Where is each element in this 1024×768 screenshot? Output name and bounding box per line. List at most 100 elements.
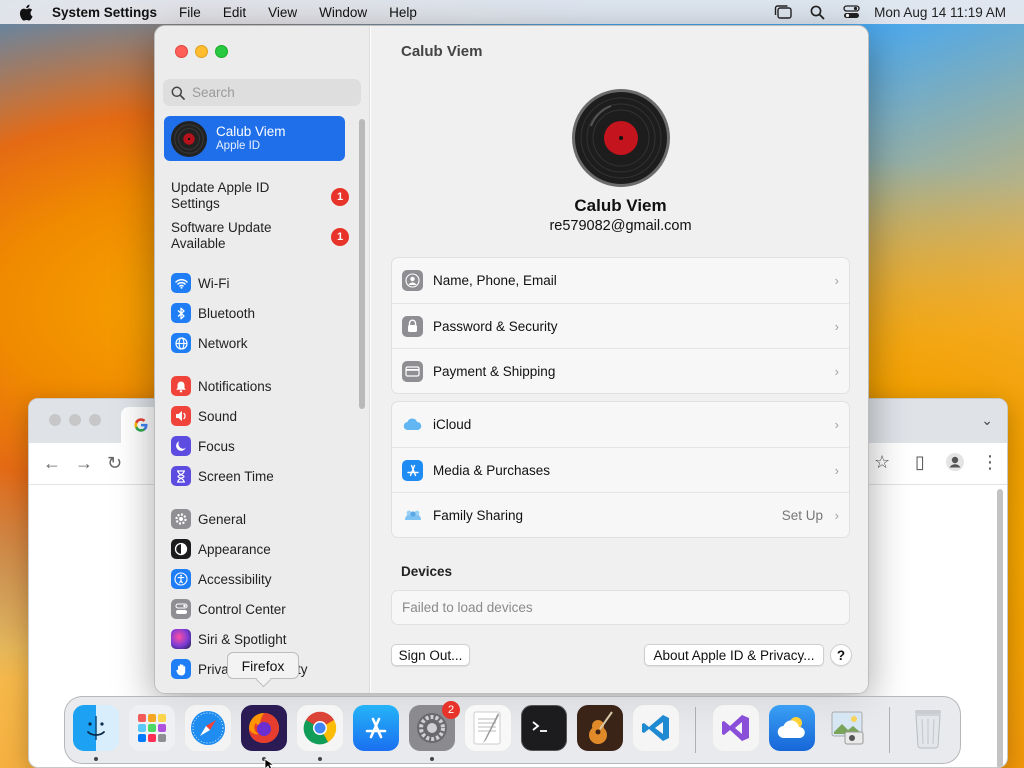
row-family-sharing[interactable]: Family Sharing Set Up › <box>392 492 849 537</box>
terminal-icon[interactable] <box>521 705 567 751</box>
row-media-purchases[interactable]: Media & Purchases › <box>392 447 849 492</box>
sidebar-item-appearance[interactable]: Appearance <box>171 538 271 560</box>
apple-menu-icon[interactable] <box>0 4 52 21</box>
chevron-down-icon[interactable]: ⌄ <box>981 412 993 429</box>
settings-sidebar: Search Calub Viem Apple ID Update Apple … <box>155 26 370 693</box>
preview-icon[interactable] <box>825 705 871 751</box>
bookmark-star-icon[interactable]: ☆ <box>874 452 890 473</box>
safari-icon[interactable] <box>185 705 231 751</box>
row-name-phone-email[interactable]: Name, Phone, Email › <box>392 258 849 303</box>
trash-icon[interactable] <box>905 705 951 751</box>
browser-close-button[interactable] <box>49 414 61 426</box>
alert-label-line2: Settings <box>171 196 220 211</box>
menubar-clock[interactable]: Mon Aug 14 11:19 AM <box>868 5 1024 20</box>
browser-minimize-button[interactable] <box>69 414 81 426</box>
sidebar-item-general[interactable]: General <box>171 508 246 530</box>
row-label: Family Sharing <box>433 507 524 523</box>
sidebar-item-focus[interactable]: Focus <box>171 435 235 457</box>
menu-bar: System Settings File Edit View Window He… <box>0 0 1024 24</box>
sidebar-item-apple-id[interactable]: Calub Viem Apple ID <box>164 116 345 161</box>
running-indicator <box>430 757 434 761</box>
sidebar-item-screen-time[interactable]: Screen Time <box>171 465 274 487</box>
row-label: iCloud <box>433 417 472 432</box>
sidebar-item-sound[interactable]: Sound <box>171 405 237 427</box>
sidebar-item-label: Appearance <box>198 541 271 557</box>
contact-icon <box>402 270 423 291</box>
sidebar-scrollbar[interactable] <box>359 119 365 409</box>
family-setup-link[interactable]: Set Up <box>782 508 823 523</box>
menu-window[interactable]: Window <box>308 5 378 20</box>
notification-badge: 1 <box>331 188 349 206</box>
app-store-icon <box>402 459 423 481</box>
appearance-icon <box>171 539 191 559</box>
menu-app-name[interactable]: System Settings <box>52 5 168 20</box>
avatar <box>170 120 208 157</box>
browser-zoom-button[interactable] <box>89 414 101 426</box>
zoom-button[interactable] <box>215 45 228 58</box>
chevron-right-icon: › <box>834 462 839 478</box>
chrome-icon[interactable] <box>297 705 343 751</box>
forward-arrow-icon[interactable]: → <box>75 453 93 474</box>
reload-icon[interactable]: ↻ <box>107 453 122 474</box>
sidebar-item-siri-spotlight[interactable]: Siri & Spotlight <box>171 628 287 650</box>
sidebar-item-bluetooth[interactable]: Bluetooth <box>171 302 255 324</box>
row-label: Name, Phone, Email <box>433 273 557 288</box>
spotlight-search-icon[interactable] <box>800 5 834 20</box>
vscode-icon[interactable] <box>633 705 679 751</box>
help-button[interactable]: ? <box>830 644 852 666</box>
account-name: Calub Viem <box>216 124 286 139</box>
dock-tooltip: Firefox <box>227 652 299 679</box>
search-field[interactable]: Search <box>163 79 361 106</box>
side-panel-icon[interactable]: ▯ <box>915 452 925 473</box>
finder-icon[interactable] <box>73 705 119 751</box>
textedit-icon[interactable] <box>465 705 511 751</box>
launchpad-icon[interactable] <box>129 705 175 751</box>
row-label: Payment & Shipping <box>433 363 556 379</box>
sidebar-item-wifi[interactable]: Wi-Fi <box>171 272 229 294</box>
menu-view[interactable]: View <box>257 5 308 20</box>
firefox-icon[interactable] <box>241 705 287 751</box>
app-store-dock-icon[interactable] <box>353 705 399 751</box>
account-settings-group: Name, Phone, Email › Password & Security… <box>391 257 850 394</box>
back-arrow-icon[interactable]: ← <box>43 453 61 474</box>
alert-label-line1: Software Update <box>171 220 272 235</box>
garageband-icon[interactable] <box>577 705 623 751</box>
sidebar-item-control-center[interactable]: Control Center <box>171 598 286 620</box>
search-icon <box>171 86 185 100</box>
row-payment-shipping[interactable]: Payment & Shipping › <box>392 348 849 393</box>
profile-icon[interactable] <box>945 452 965 477</box>
accessibility-icon <box>171 569 191 589</box>
card-icon <box>402 360 423 382</box>
menu-help[interactable]: Help <box>378 5 428 20</box>
menu-file[interactable]: File <box>168 5 212 20</box>
menu-edit[interactable]: Edit <box>212 5 257 20</box>
sidebar-item-accessibility[interactable]: Accessibility <box>171 568 272 590</box>
kebab-menu-icon[interactable]: ⋮ <box>981 452 999 473</box>
row-password-security[interactable]: Password & Security › <box>392 303 849 348</box>
devices-status: Failed to load devices <box>391 590 850 625</box>
siri-icon <box>171 629 191 649</box>
notification-badge: 2 <box>442 701 460 719</box>
sidebar-item-label: Bluetooth <box>198 305 256 321</box>
sign-out-button[interactable]: Sign Out... <box>391 644 470 666</box>
weather-icon[interactable] <box>769 705 815 751</box>
wifi-icon <box>171 273 191 293</box>
gear-icon <box>171 509 191 529</box>
profile-avatar[interactable] <box>571 88 671 188</box>
sidebar-alert-software-update[interactable]: Software Update Available 1 <box>171 220 351 252</box>
browser-scrollbar[interactable] <box>997 489 1003 767</box>
visual-studio-icon[interactable] <box>713 705 759 751</box>
running-indicator <box>94 757 98 761</box>
row-icloud[interactable]: iCloud › <box>392 402 849 447</box>
about-apple-id-privacy-button[interactable]: About Apple ID & Privacy... <box>644 644 824 666</box>
moon-icon <box>171 436 191 456</box>
bell-icon <box>171 376 191 396</box>
sidebar-alert-update-apple-id[interactable]: Update Apple ID Settings 1 <box>171 180 351 212</box>
minimize-button[interactable] <box>195 45 208 58</box>
sidebar-item-label: Wi-Fi <box>198 275 230 291</box>
stage-manager-icon[interactable] <box>766 5 800 19</box>
close-button[interactable] <box>175 45 188 58</box>
control-center-menubar-icon[interactable] <box>834 5 868 19</box>
sidebar-item-network[interactable]: Network <box>171 332 248 354</box>
sidebar-item-notifications[interactable]: Notifications <box>171 375 272 397</box>
